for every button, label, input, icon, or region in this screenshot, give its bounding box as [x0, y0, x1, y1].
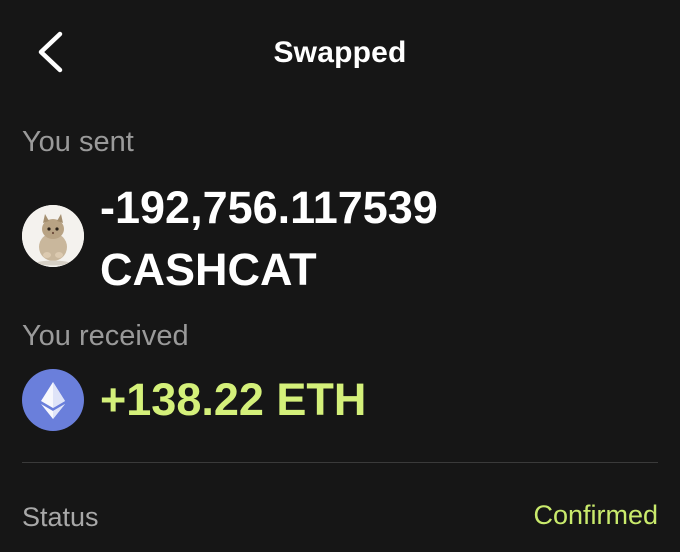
header: Swapped: [0, 0, 680, 110]
status-label: Status: [22, 502, 99, 532]
sent-amount: -192,756.117539 CASHCAT: [100, 180, 438, 298]
received-label: You received: [22, 320, 189, 352]
divider: [22, 462, 658, 463]
sent-token-symbol: CASHCAT: [100, 244, 317, 295]
status-value: Confirmed: [533, 500, 658, 530]
ethereum-icon: [22, 369, 84, 431]
sent-label: You sent: [22, 126, 134, 158]
cat-token-icon: [22, 205, 84, 267]
page-title: Swapped: [273, 36, 407, 69]
sent-amount-value: -192,756.117539: [100, 182, 438, 233]
received-amount: +138.22 ETH: [100, 374, 367, 425]
